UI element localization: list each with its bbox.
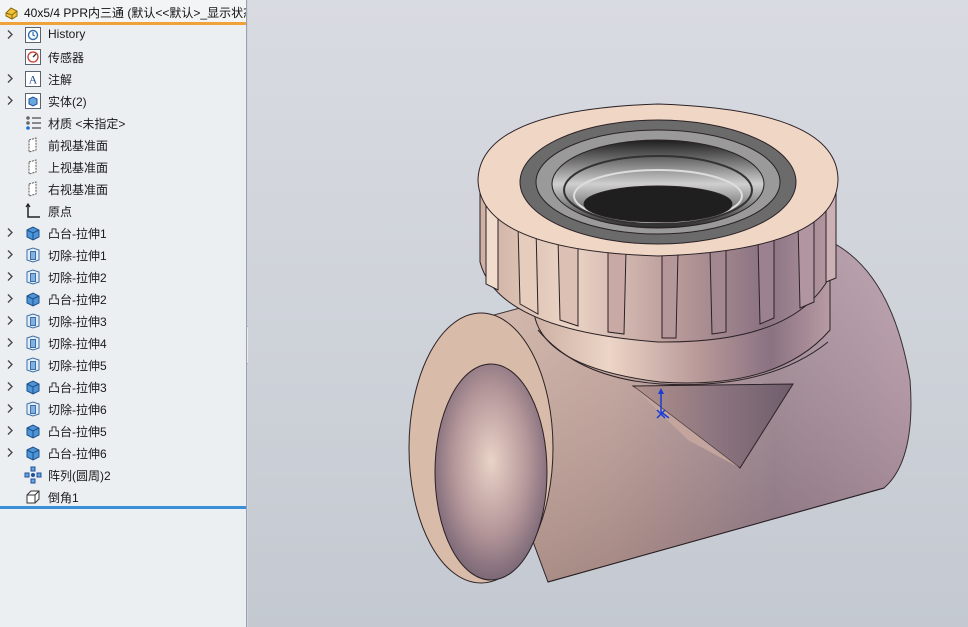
tree-item[interactable]: 材质 <未指定> <box>0 112 246 134</box>
tree-item-label: 倒角1 <box>48 491 79 505</box>
tree-item[interactable]: 右视基准面 <box>0 178 246 200</box>
expand-arrow-icon[interactable] <box>6 447 14 458</box>
expand-arrow-icon[interactable] <box>6 271 14 282</box>
plane-icon <box>24 158 42 176</box>
tree-item-label: 材质 <未指定> <box>48 117 126 131</box>
tree-item[interactable]: 传感器 <box>0 46 246 68</box>
part-document-icon <box>3 4 20 21</box>
document-title: 40x5/4 PPR内三通 (默认<<默认>_显示状态 1>) <box>24 6 246 20</box>
cut-extrude-icon <box>24 356 42 374</box>
pipe-front-face[interactable] <box>408 312 554 584</box>
tree-item-label: 凸台-拉伸5 <box>48 425 107 439</box>
boss-extrude-icon <box>24 422 42 440</box>
tree-item-label: 切除-拉伸2 <box>48 271 107 285</box>
tree-item[interactable]: 凸台-拉伸2 <box>0 288 246 310</box>
cut-extrude-icon <box>24 246 42 264</box>
tree-item-label: 传感器 <box>48 51 85 65</box>
expand-arrow-icon[interactable] <box>6 337 14 348</box>
tree-item-label: History <box>48 27 86 41</box>
tree-item-label: 凸台-拉伸2 <box>48 293 107 307</box>
tree-root-row[interactable]: 40x5/4 PPR内三通 (默认<<默认>_显示状态 1>) <box>0 0 246 25</box>
boss-extrude-icon <box>24 224 42 242</box>
feature-list: History 传感器 A 注解实体(2) 材质 <未指定> 前视基准面上视基准面右视基准… <box>0 24 246 508</box>
tree-item-label: 上视基准面 <box>48 161 109 175</box>
circular-pattern-icon <box>24 466 42 484</box>
tree-item-label: 前视基准面 <box>48 139 109 153</box>
expand-arrow-icon[interactable] <box>6 425 14 436</box>
tree-item-label: 切除-拉伸1 <box>48 249 107 263</box>
cut-extrude-icon <box>24 334 42 352</box>
tree-item[interactable]: 阵列(圆周)2 <box>0 464 246 486</box>
tree-item[interactable]: 前视基准面 <box>0 134 246 156</box>
tree-item[interactable]: 凸台-拉伸3 <box>0 376 246 398</box>
expand-arrow-icon[interactable] <box>6 403 14 414</box>
expand-arrow-icon[interactable] <box>6 227 14 238</box>
tree-item[interactable]: 上视基准面 <box>0 156 246 178</box>
plane-icon <box>24 136 42 154</box>
tree-item[interactable]: 切除-拉伸2 <box>0 266 246 288</box>
history-icon <box>24 26 42 44</box>
origin-icon <box>24 202 42 220</box>
rollback-bar[interactable] <box>0 506 246 509</box>
tree-item[interactable]: 切除-拉伸6 <box>0 398 246 420</box>
tree-item[interactable]: 原点 <box>0 200 246 222</box>
expand-arrow-icon[interactable] <box>6 73 14 84</box>
tree-item-label: 切除-拉伸3 <box>48 315 107 329</box>
plane-icon <box>24 180 42 198</box>
tree-item[interactable]: 凸台-拉伸6 <box>0 442 246 464</box>
tree-item-label: 凸台-拉伸3 <box>48 381 107 395</box>
cut-extrude-icon <box>24 312 42 330</box>
boss-extrude-icon <box>24 444 42 462</box>
tree-item-label: 注解 <box>48 73 73 87</box>
tree-item[interactable]: 实体(2) <box>0 90 246 112</box>
tree-item-label: 切除-拉伸5 <box>48 359 107 373</box>
tree-item-label: 切除-拉伸6 <box>48 403 107 417</box>
expand-arrow-icon[interactable] <box>6 359 14 370</box>
cut-extrude-icon <box>24 268 42 286</box>
tree-item-label: 凸台-拉伸1 <box>48 227 107 241</box>
nut-top-face[interactable] <box>477 103 839 257</box>
tree-item-label: 右视基准面 <box>48 183 109 197</box>
tree-item[interactable]: 凸台-拉伸5 <box>0 420 246 442</box>
expand-arrow-icon[interactable] <box>6 95 14 106</box>
annotation-icon: A <box>24 70 42 88</box>
tree-item[interactable]: 切除-拉伸3 <box>0 310 246 332</box>
tree-item-label: 实体(2) <box>48 95 87 109</box>
boss-extrude-icon <box>24 378 42 396</box>
expand-arrow-icon[interactable] <box>6 293 14 304</box>
svg-text:A: A <box>29 73 38 87</box>
solid-bodies-icon <box>24 92 42 110</box>
boss-extrude-icon <box>24 290 42 308</box>
tee-fitting-model[interactable] <box>248 0 968 627</box>
expand-arrow-icon[interactable] <box>6 29 14 40</box>
tree-item[interactable]: History <box>0 24 246 46</box>
cut-extrude-icon <box>24 400 42 418</box>
tree-item-label: 原点 <box>48 205 73 219</box>
tree-item[interactable]: 切除-拉伸5 <box>0 354 246 376</box>
expand-arrow-icon[interactable] <box>6 315 14 326</box>
tree-item-label: 切除-拉伸4 <box>48 337 107 351</box>
chamfer-icon <box>24 488 42 506</box>
expand-arrow-icon[interactable] <box>6 381 14 392</box>
graphics-area[interactable] <box>248 0 968 627</box>
sensor-icon <box>24 48 42 66</box>
tree-item[interactable]: 凸台-拉伸1 <box>0 222 246 244</box>
material-icon <box>24 114 42 132</box>
tree-item-label: 凸台-拉伸6 <box>48 447 107 461</box>
feature-manager-tree: 40x5/4 PPR内三通 (默认<<默认>_显示状态 1>) History 传… <box>0 0 247 627</box>
tree-item[interactable]: 倒角1 <box>0 486 246 508</box>
expand-arrow-icon[interactable] <box>6 249 14 260</box>
tree-item[interactable]: 切除-拉伸4 <box>0 332 246 354</box>
tree-item[interactable]: A 注解 <box>0 68 246 90</box>
tree-item-label: 阵列(圆周)2 <box>48 469 111 483</box>
tree-item[interactable]: 切除-拉伸1 <box>0 244 246 266</box>
